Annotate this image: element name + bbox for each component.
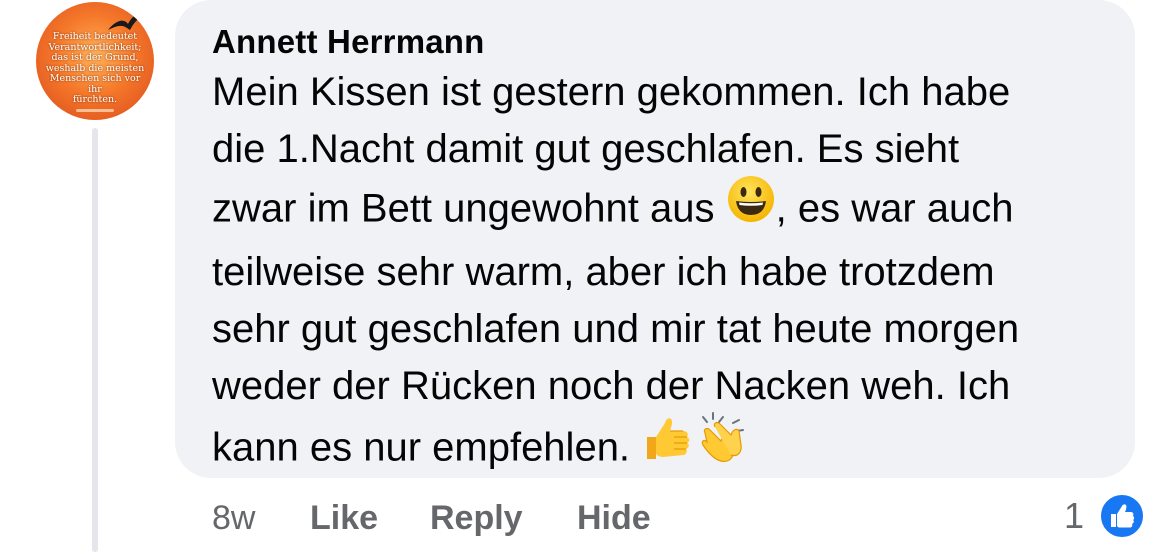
clapping-hands-emoji-icon [693, 411, 747, 481]
avatar[interactable]: Freiheit bedeutet Verantwortlichkeit; da… [36, 2, 154, 120]
author-name[interactable]: Annett Herrmann [212, 22, 485, 62]
avatar-quote: Freiheit bedeutet Verantwortlichkeit; da… [45, 31, 145, 105]
thumbs-up-emoji-icon [641, 413, 693, 479]
comment-line: zwar im Bett ungewohnt aus , es war auch [212, 176, 1112, 244]
comment-body: Mein Kissen ist gestern gekommen. Ich ha… [212, 64, 1112, 485]
thread-line [92, 128, 98, 552]
timestamp-link[interactable]: 8w [212, 496, 255, 540]
hide-button[interactable]: Hide [577, 496, 651, 540]
reaction-count: 1 [1064, 495, 1085, 536]
comment-line: weder der Rücken noch der Nacken weh. Ic… [212, 364, 1011, 408]
comment-line: teilweise sehr warm, aber ich habe trotz… [212, 250, 995, 294]
like-button[interactable]: Like [310, 496, 378, 540]
like-icon [1098, 492, 1146, 540]
comment-line: Mein Kissen ist gestern gekommen. Ich ha… [212, 70, 1011, 114]
comment-line: sehr gut geschlafen und mir tat heute mo… [212, 307, 1020, 351]
comment-line-part: kann es nur empfehlen. [212, 425, 631, 470]
comment-line: die 1.Nacht damit gut geschlafen. Es sie… [212, 127, 960, 171]
comment-line-part: zwar im Bett ungewohnt aus [212, 186, 715, 231]
avatar-credit-mark [76, 109, 114, 112]
grinning-face-emoji-icon [726, 174, 776, 240]
comment-line: kann es nur empfehlen. [212, 412, 1112, 485]
comment-line-part: , es war auch [775, 186, 1014, 231]
reply-button[interactable]: Reply [430, 496, 523, 540]
